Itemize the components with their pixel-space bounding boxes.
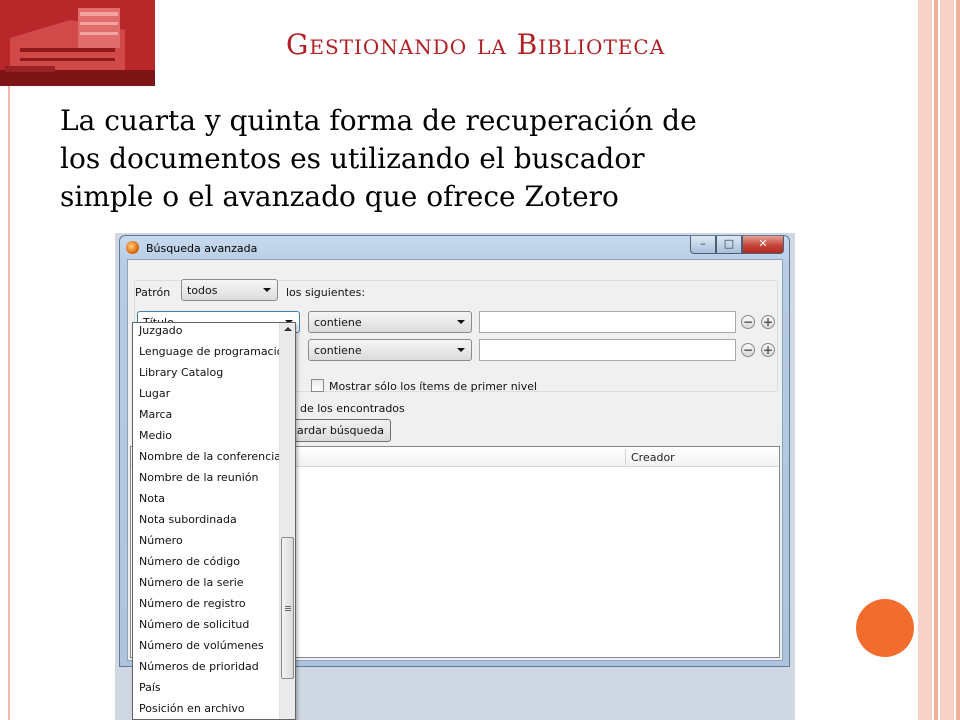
header-building-photo [0,0,155,86]
scrollbar-thumb[interactable] [281,537,294,679]
condition-operator-value: contiene [314,316,362,329]
minimize-button[interactable]: – [690,236,716,254]
orange-circle-decoration [856,599,914,657]
dropdown-option[interactable]: Nombre de la conferencia [133,445,281,466]
dropdown-option[interactable]: Número [133,529,281,550]
dropdown-option[interactable]: Números de prioridad [133,655,281,676]
condition-value-input[interactable] [479,339,736,361]
pattern-label: Patrón [135,286,171,299]
dropdown-option[interactable]: Número de registro [133,592,281,613]
close-button[interactable]: ✕ [742,236,784,254]
dropdown-option[interactable]: Library Catalog [133,361,281,382]
window-titlebar[interactable]: Búsqueda avanzada – □ ✕ [120,236,789,258]
building-illustration [0,0,155,86]
slide-body: La cuarta y quinta forma de recuperación… [60,102,840,216]
scroll-up-arrow-icon[interactable] [284,327,292,331]
dropdown-option[interactable]: Marca [133,403,281,424]
dropdown-option[interactable]: Lugar [133,382,281,403]
chevron-down-icon [457,320,465,324]
condition-value-input[interactable] [479,311,736,333]
maximize-button[interactable]: □ [716,236,742,254]
condition-operator-select[interactable]: contiene [308,339,472,361]
right-border-stripes [916,0,960,720]
grip-icon [285,606,291,611]
pattern-suffix-label: los siguientes: [286,286,366,299]
remove-condition-button[interactable]: − [741,315,755,329]
remove-condition-button[interactable]: − [741,343,755,357]
top-level-items-label: Mostrar sólo los ítems de primer nivel [329,380,538,393]
body-line: los documentos es utilizando el buscador [60,142,645,175]
dropdown-option[interactable]: Nota [133,487,281,508]
condition-operator-select[interactable]: contiene [308,311,472,333]
body-line: La cuarta y quinta forma de recuperación… [60,104,697,137]
condition-operator-value: contiene [314,344,362,357]
body-line: simple o el avanzado que ofrece Zotero [60,180,619,213]
dropdown-option[interactable]: Medio [133,424,281,445]
dropdown-option[interactable]: Posición en archivo [133,697,281,718]
partial-match-label: de los encontrados [300,402,405,415]
dropdown-option[interactable]: Lenguage de programación [133,340,290,361]
add-condition-button[interactable]: + [761,343,775,357]
firefox-icon [126,241,139,254]
dropdown-scrollbar[interactable] [279,323,295,719]
pattern-select[interactable]: todos [181,279,278,301]
dropdown-option[interactable]: Número de código [133,550,281,571]
dropdown-option[interactable]: Número de volúmenes [133,634,281,655]
stripe [934,0,938,720]
field-dropdown-list[interactable]: Juzgado Lenguage de programación Library… [132,322,296,720]
stripe [956,0,960,720]
dropdown-option[interactable]: Nombre de la reunión [133,466,281,487]
slide-title: Gestionando la Biblioteca [286,28,666,61]
chevron-down-icon [457,348,465,352]
stripe [918,0,932,720]
add-condition-button[interactable]: + [761,315,775,329]
stripe [940,0,954,720]
dropdown-option[interactable]: Número de la serie [133,571,281,592]
column-header-creator[interactable]: Creador [631,451,675,464]
window-title: Búsqueda avanzada [146,242,258,255]
top-level-items-checkbox[interactable] [311,379,324,392]
dropdown-option[interactable]: Juzgado [133,323,281,340]
pattern-select-value: todos [187,284,218,297]
chevron-down-icon [263,288,271,292]
dropdown-option[interactable]: País [133,676,281,697]
left-border-line [8,86,10,720]
dropdown-option[interactable]: Número de solicitud [133,613,281,634]
dropdown-option[interactable]: Nota subordinada [133,508,281,529]
column-separator [625,449,626,465]
